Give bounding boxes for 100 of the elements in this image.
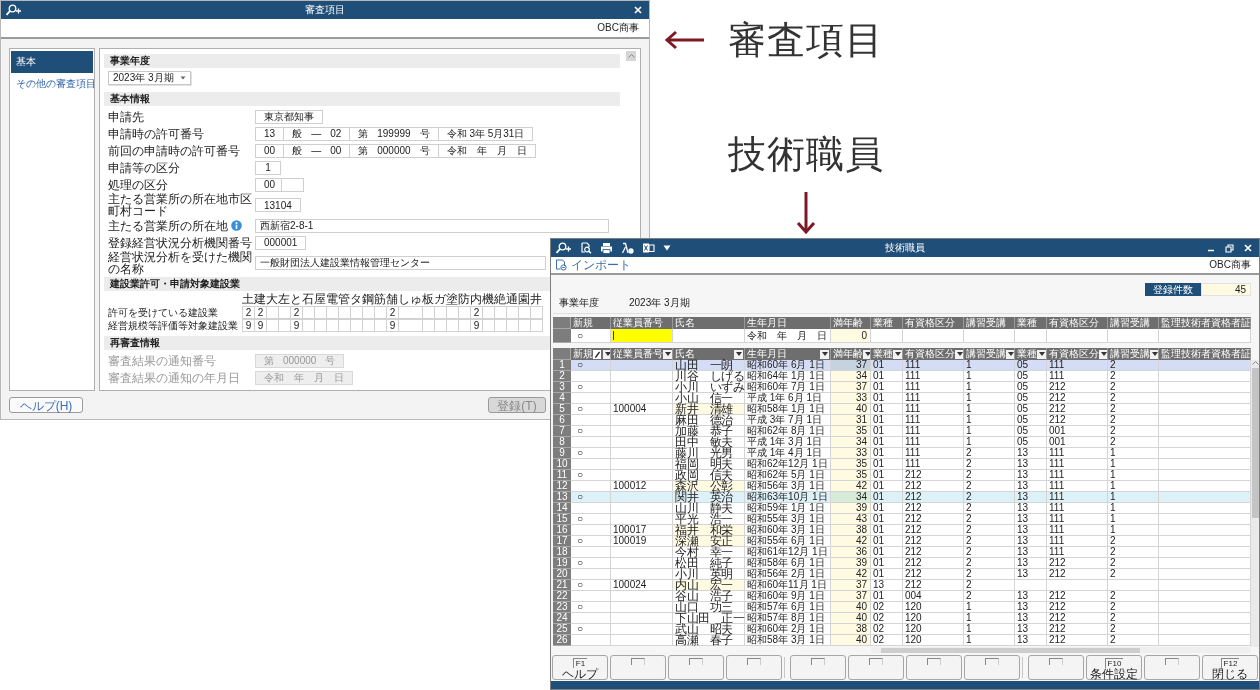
column-header: ガ [434,293,446,306]
function-key[interactable]: F10 条件設定 [1086,655,1142,680]
table-cell: 9 [470,319,483,332]
table-cell: 36 [831,547,871,558]
table-cell: 40 [831,635,871,646]
text-field[interactable]: 令和 3年 5月31日 [437,126,534,141]
column-header: 絶 [494,293,506,306]
column-header: と [290,293,302,306]
table-cell: 02 [871,635,903,646]
table-cell: 35 [831,470,871,481]
table-row[interactable]: 2 川谷 しげる 昭和64年 1月 1日 34 01 111 1 05 111 2 [553,371,1251,382]
table-cell: 37 [831,591,871,602]
text-field[interactable]: 西新宿2-8-1 [255,218,609,233]
table-row[interactable]: 4 小山 信一 平成 1年 6月 1日 33 01 111 1 05 212 2 [553,393,1251,404]
table-cell: 2 [290,306,303,319]
row-number: 16 [553,525,571,536]
text-field[interactable]: 00 [255,143,285,158]
table-cell: 2 [470,306,483,319]
column-header: 筋 [374,293,386,306]
nav-item[interactable]: 基本 [11,51,93,73]
table-row[interactable]: 3 ○ 小川 いずみ 昭和60年 7月 1日 37 01 111 1 05 212 2 [553,382,1251,393]
table-row[interactable]: 26 高瀬 春子 昭和58年 3月 1日 40 02 120 1 13 212 2 [553,635,1251,646]
table-row[interactable]: 18 今村 幸一 昭和61年12月 1日 36 01 212 2 13 111 2 [553,547,1251,558]
text-field[interactable]: 第 199999 号 [349,126,439,141]
table-row[interactable]: 20 小川 英明 昭和56年 2月 1日 42 01 212 2 13 212 2 [553,569,1251,580]
table-cell: 9 [386,319,399,332]
text-field[interactable]: 東京都知事 [255,109,323,124]
table-row[interactable]: 19 ○ 松田 純子 昭和58年 6月 1日 39 01 212 2 13 212 2 [553,558,1251,569]
row-number: 17 [553,536,571,547]
text-field[interactable]: 般 — 00 [283,143,351,158]
text-field[interactable]: 一般財団法人建設業情報管理センター [255,256,546,270]
table-cell: 高瀬 春子 [673,635,745,646]
text-field[interactable]: 13 [255,126,285,141]
table-cell: 39 [831,503,871,514]
table-row[interactable]: 21 ○ 100024 内山 宏一 昭和60年11月 1日 37 13 212 2 [553,580,1251,591]
table-row[interactable]: 5 ○ 100004 新井 清雄 昭和58年 1月 1日 40 01 111 1 05 212 2 [553,404,1251,415]
table-row[interactable]: 17 ○ 100019 深瀬 安正 昭和55年 6月 1日 42 01 212 2 13 111 2 [553,536,1251,547]
table-row[interactable]: 6 麻田 德治 平成 3年 7月 1日 31 01 111 1 05 212 2 [553,415,1251,426]
row-number: 6 [553,415,571,426]
table-cell: 9 [254,319,267,332]
table-cell: 2 [242,306,255,319]
table-row[interactable]: 15 ○ 平光 浩一 昭和55年 3月 1日 43 01 212 2 13 111 1 [553,514,1251,525]
table-row[interactable]: 12 100012 森沢 公彰 昭和56年 3月 1日 42 01 212 2 13 111 1 [553,481,1251,492]
row-number: 25 [553,624,571,635]
table-row[interactable]: 1 ○ 山田 一朗 昭和60年 6月 1日 37 01 111 1 05 111 2 [553,360,1251,371]
text-field[interactable]: 1 [255,160,281,175]
row-number: 2 [553,371,571,382]
table-cell: 福井 和栄 [673,525,745,536]
table-cell: 35 [831,426,871,437]
column-header: 鋼 [362,293,374,306]
table-row[interactable]: 9 ○ 藤川 光男 平成 1年 4月 1日 33 01 111 2 13 111 1 [553,448,1251,459]
count-value: 45 [1201,283,1251,296]
table-cell: 13 [1015,635,1047,646]
table-row[interactable]: 10 福岡 明夫 昭和62年12月 1日 35 01 111 2 13 111 1 [553,459,1251,470]
row-number: 13 [553,492,571,503]
table-cell: 2 [1108,635,1159,646]
table-cell: 42 [831,481,871,492]
text-field[interactable]: 般 — 02 [283,126,351,141]
column-header: 石 [302,293,314,306]
field-label: 処理の区分 [108,178,168,191]
table-row[interactable]: 13 ○ 関井 英治 昭和63年10月 1日 34 01 212 2 13 111 1 [553,492,1251,503]
row-number: 5 [553,404,571,415]
table-cell: 2 [254,306,267,319]
table-row[interactable]: 11 ○ 政岡 信夫 昭和62年 5月 1日 35 01 212 2 13 111 1 [553,470,1251,481]
table-row[interactable]: 16 100017 福井 和栄 昭和60年 3月 1日 38 01 212 2 13 111 1 [553,525,1251,536]
function-key[interactable]: F1 ヘルプ [552,655,608,680]
import-link[interactable]: インポート [571,256,631,274]
row-number: 1 [553,360,571,371]
table-cell: 42 [831,536,871,547]
table-row[interactable]: 23 ○ 山口 功三 昭和57年 6月 1日 40 02 120 1 13 212 2 [553,602,1251,613]
text-field[interactable]: 000001 [255,235,307,250]
column-header: 機 [482,293,494,306]
table-row[interactable]: 25 ○ 武山 昭夫 昭和60年 2月 1日 38 02 120 1 13 212 2 [553,624,1251,635]
help-button[interactable]: ヘルプ(H) [9,397,83,413]
text-field[interactable]: 13104 [255,198,301,212]
column-header: 舗 [386,293,398,306]
table-row[interactable]: 14 山川 静夫 昭和59年 1月 1日 39 01 212 2 13 111 1 [553,503,1251,514]
table-cell: 33 [831,448,871,459]
table-cell: 34 [831,371,871,382]
nav-item[interactable]: その他の審査項目 [11,75,93,93]
text-field[interactable]: 00 [255,177,305,192]
table-row[interactable]: 24 下山田 正一 昭和57年 8月 1日 40 02 120 1 13 212 2 [553,613,1251,624]
text-field[interactable]: 第 000000 号 [349,143,439,158]
year-dropdown[interactable]: 2023年 3月期 [108,71,191,85]
text-field[interactable]: 令和 年 月 日 [437,143,536,158]
table-cell: 43 [831,514,871,525]
table-row[interactable]: 22 谷山 浩子 昭和60年 9月 1日 37 01 004 2 13 212 2 [553,591,1251,602]
table-cell: 森沢 公彰 [673,481,745,492]
row-label: 経営規模等評価等対象建設業 [108,319,239,332]
section-header: 基本情報 [104,92,620,106]
company-name: OBC商事 [1209,258,1251,272]
function-key[interactable]: F12 閉じる [1202,655,1258,680]
row-number: 22 [553,591,571,602]
row-number: 26 [553,635,571,646]
column-header: 土 [242,293,254,306]
column-header: 管 [338,293,350,306]
field-label: 申請先 [108,110,144,123]
table-row[interactable]: 8 田中 敏夫 平成 1年 3月 1日 34 01 111 1 05 001 2 [553,437,1251,448]
field-label: 主たる営業所の所在地市区町村コード [108,193,253,217]
table-row[interactable]: 7 ○ 加藤 恭子 昭和62年 8月 1日 35 01 111 1 05 001 2 [553,426,1251,437]
